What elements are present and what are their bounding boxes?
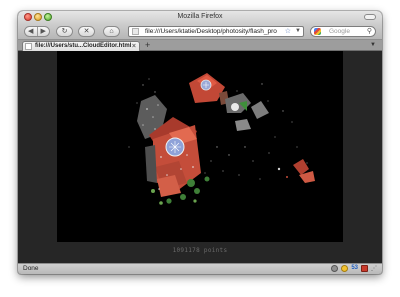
- url-bar[interactable]: file:///Users/ktatie/Desktop/photosity/f…: [128, 26, 304, 37]
- back-forward-group: ◀ ▶: [24, 26, 50, 37]
- url-text: file:///Users/ktatie/Desktop/photosity/f…: [145, 28, 277, 35]
- status-text: Done: [23, 265, 39, 272]
- bookmark-star-icon[interactable]: ☆: [285, 27, 291, 36]
- reload-button[interactable]: ↻: [56, 26, 73, 37]
- gear-icon[interactable]: [331, 265, 339, 272]
- status-icons: 53 ⋰: [331, 265, 377, 272]
- point-count-label: 1091178 points: [172, 247, 228, 254]
- back-button[interactable]: ◀: [25, 27, 38, 36]
- tab-close-icon[interactable]: ×: [132, 42, 136, 51]
- tab-label: file:///Users/stu...CloudEditor.html: [35, 43, 132, 49]
- home-button[interactable]: ⌂: [103, 26, 120, 37]
- url-history-dropdown-icon[interactable]: ▼: [295, 27, 301, 36]
- tab-cloud-editor[interactable]: file:///Users/stu...CloudEditor.html ×: [22, 41, 140, 51]
- toolbar-toggle-button[interactable]: [364, 14, 376, 20]
- addon-counter[interactable]: 53: [351, 265, 358, 272]
- search-placeholder: Google: [329, 28, 350, 35]
- smiley-addon-icon[interactable]: [341, 265, 349, 272]
- status-bar: Done 53 ⋰: [18, 263, 382, 274]
- resize-grip-icon[interactable]: ⋰: [371, 265, 377, 272]
- new-tab-button[interactable]: +: [145, 40, 150, 50]
- tab-list-icon[interactable]: ▼: [370, 40, 376, 50]
- search-input[interactable]: Google ⚲: [310, 26, 376, 37]
- stop-button[interactable]: ✕: [78, 26, 95, 37]
- forward-button[interactable]: ▶: [38, 27, 50, 36]
- google-search-engine-icon[interactable]: [314, 28, 321, 35]
- tab-bar: file:///Users/stu...CloudEditor.html × +…: [18, 40, 382, 51]
- flag-addon-icon[interactable]: [361, 265, 368, 272]
- title-bar: Mozilla Firefox: [18, 11, 382, 24]
- tab-file-icon: [25, 43, 32, 50]
- point-cloud-render: [128, 73, 315, 205]
- page-file-icon: [132, 28, 139, 35]
- browser-window: Mozilla Firefox ◀ ▶ ↻ ✕ ⌂ file:///Users/…: [18, 11, 382, 274]
- page-content: 1091178 points: [18, 51, 382, 263]
- window-title: Mozilla Firefox: [177, 13, 223, 20]
- point-cloud-canvas[interactable]: [57, 51, 343, 242]
- search-icon[interactable]: ⚲: [367, 27, 372, 36]
- navigation-toolbar: ◀ ▶ ↻ ✕ ⌂ file:///Users/ktatie/Desktop/p…: [18, 24, 382, 40]
